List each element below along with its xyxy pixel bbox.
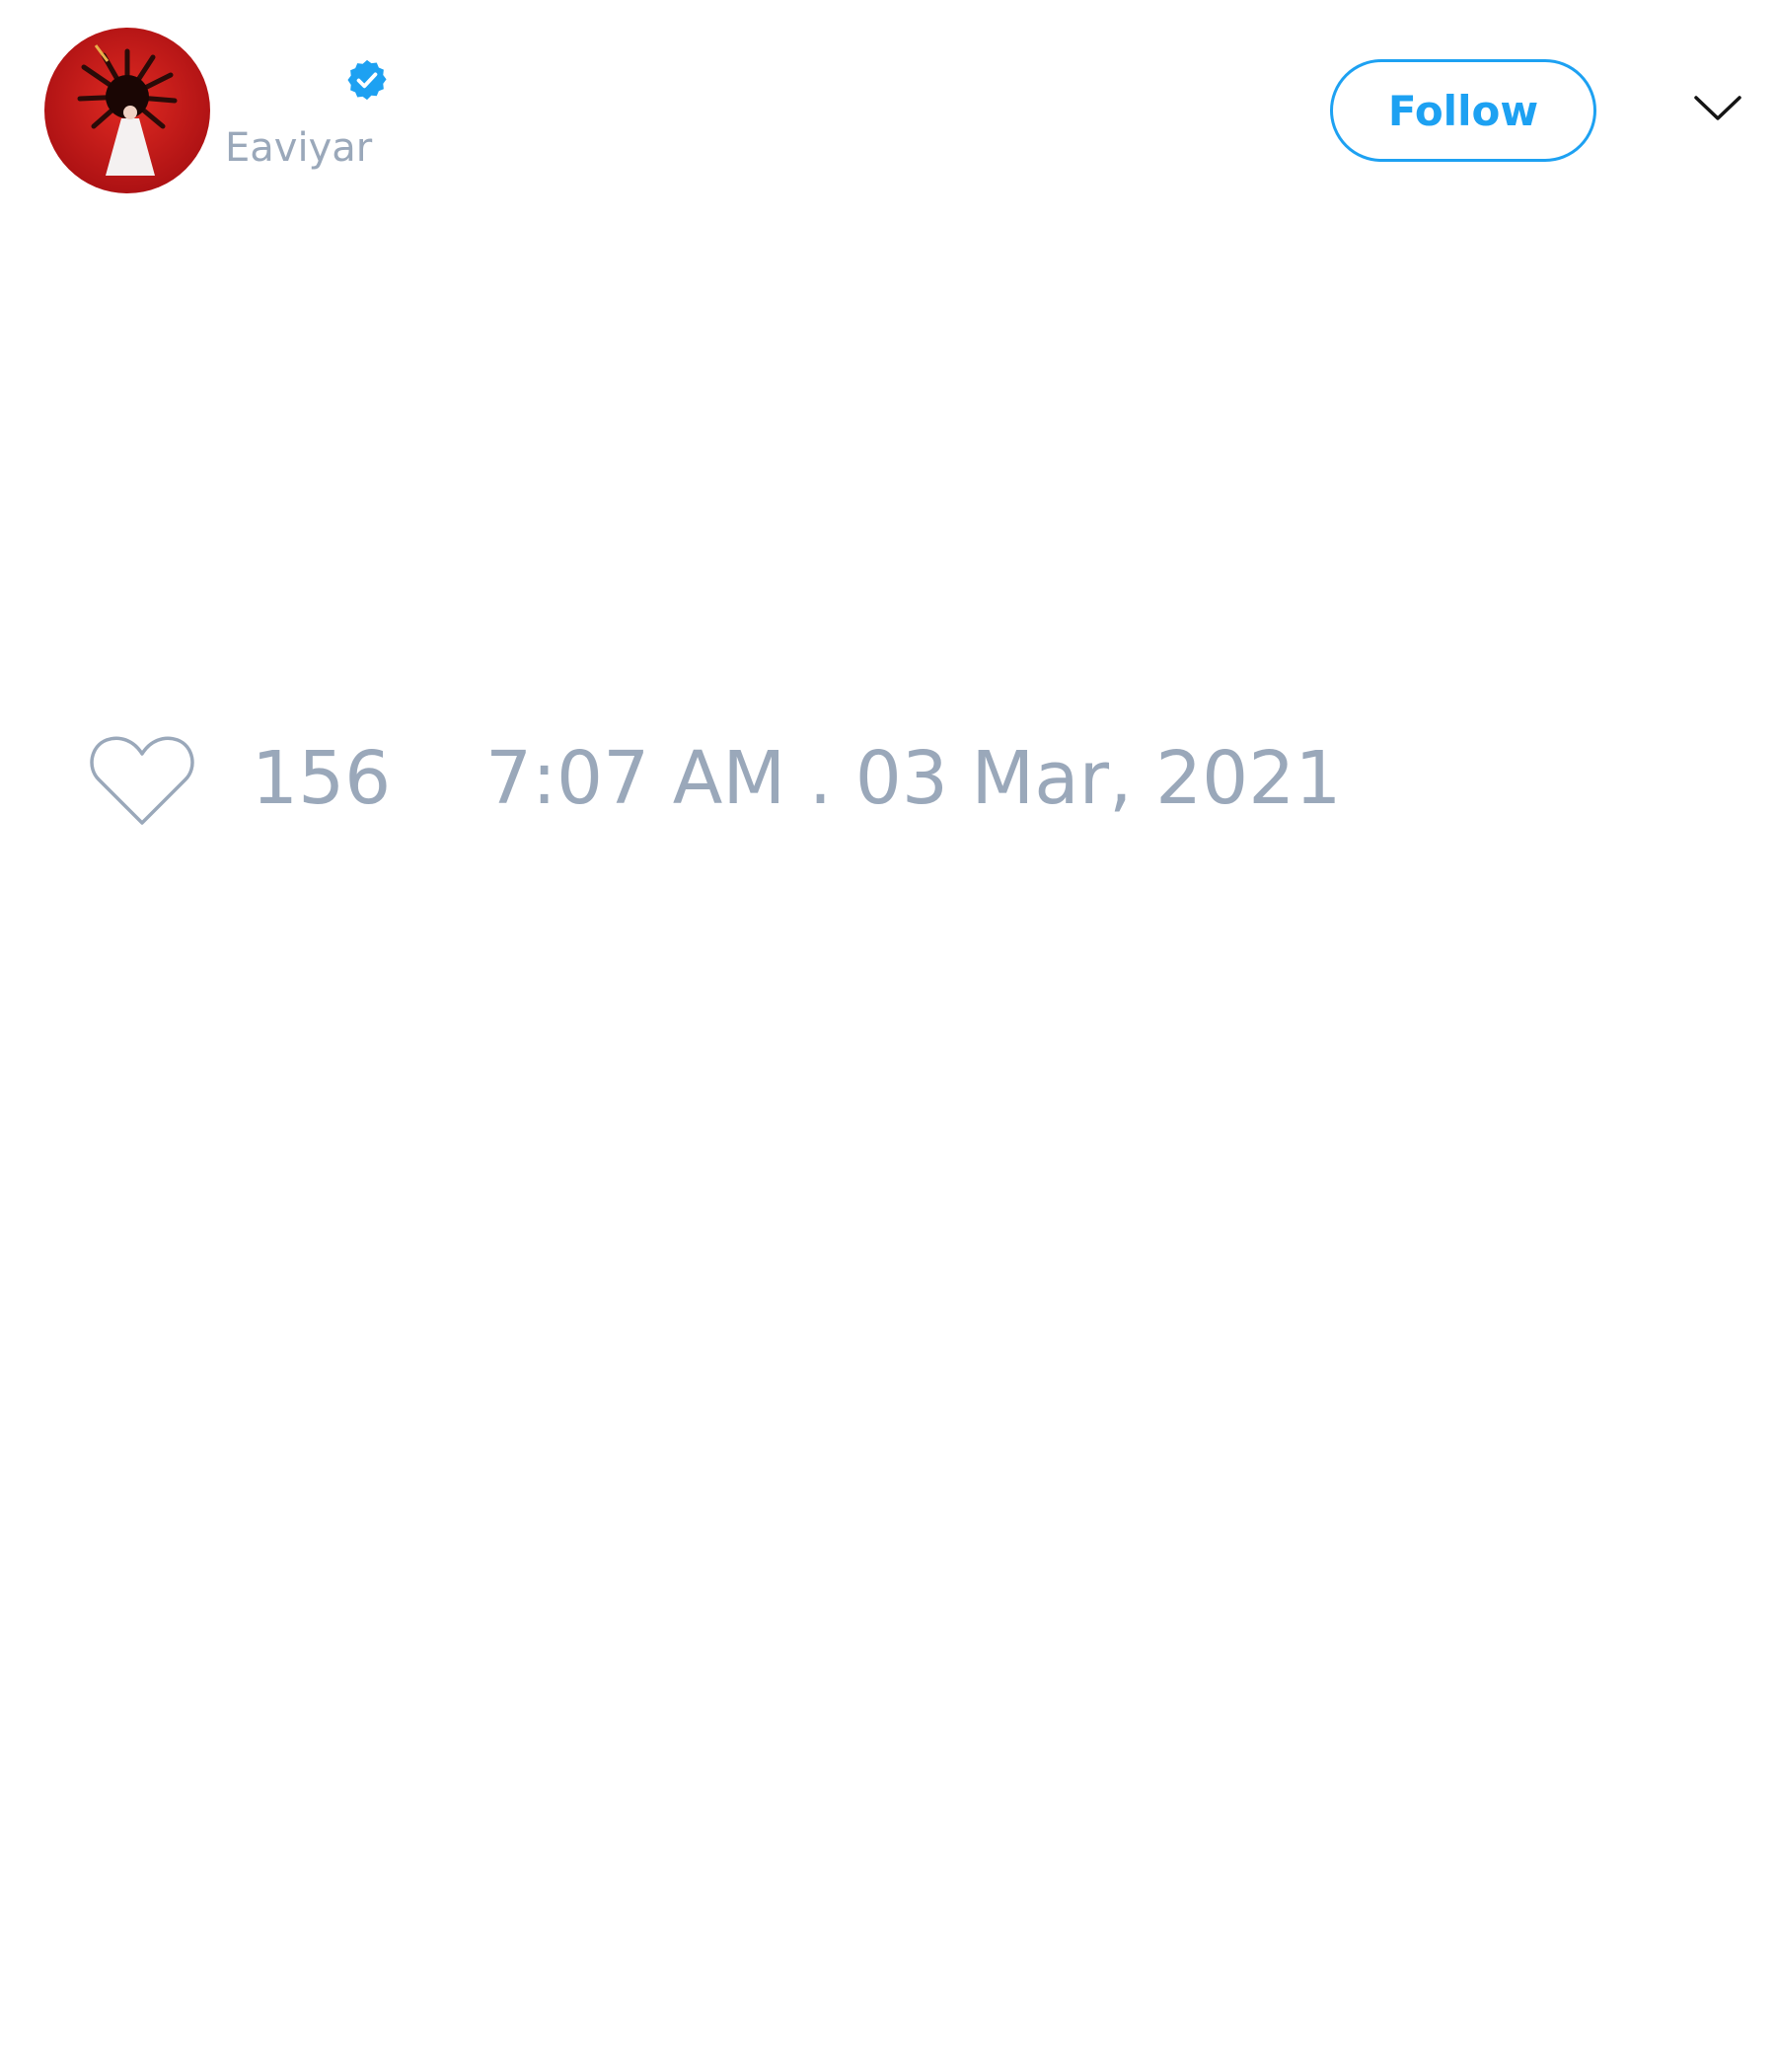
tweet-timestamp[interactable]: 7:07 AM . 03 Mar, 2021 <box>485 737 1341 820</box>
user-handle[interactable]: Eaviyar <box>225 124 372 172</box>
follow-button[interactable]: Follow <box>1330 59 1596 162</box>
avatar[interactable] <box>44 28 210 193</box>
chevron-down-icon[interactable] <box>1693 93 1742 122</box>
verified-badge-icon <box>347 59 387 101</box>
like-count: 156 <box>252 736 392 821</box>
heart-icon[interactable] <box>89 732 195 827</box>
avatar-image <box>44 28 210 193</box>
